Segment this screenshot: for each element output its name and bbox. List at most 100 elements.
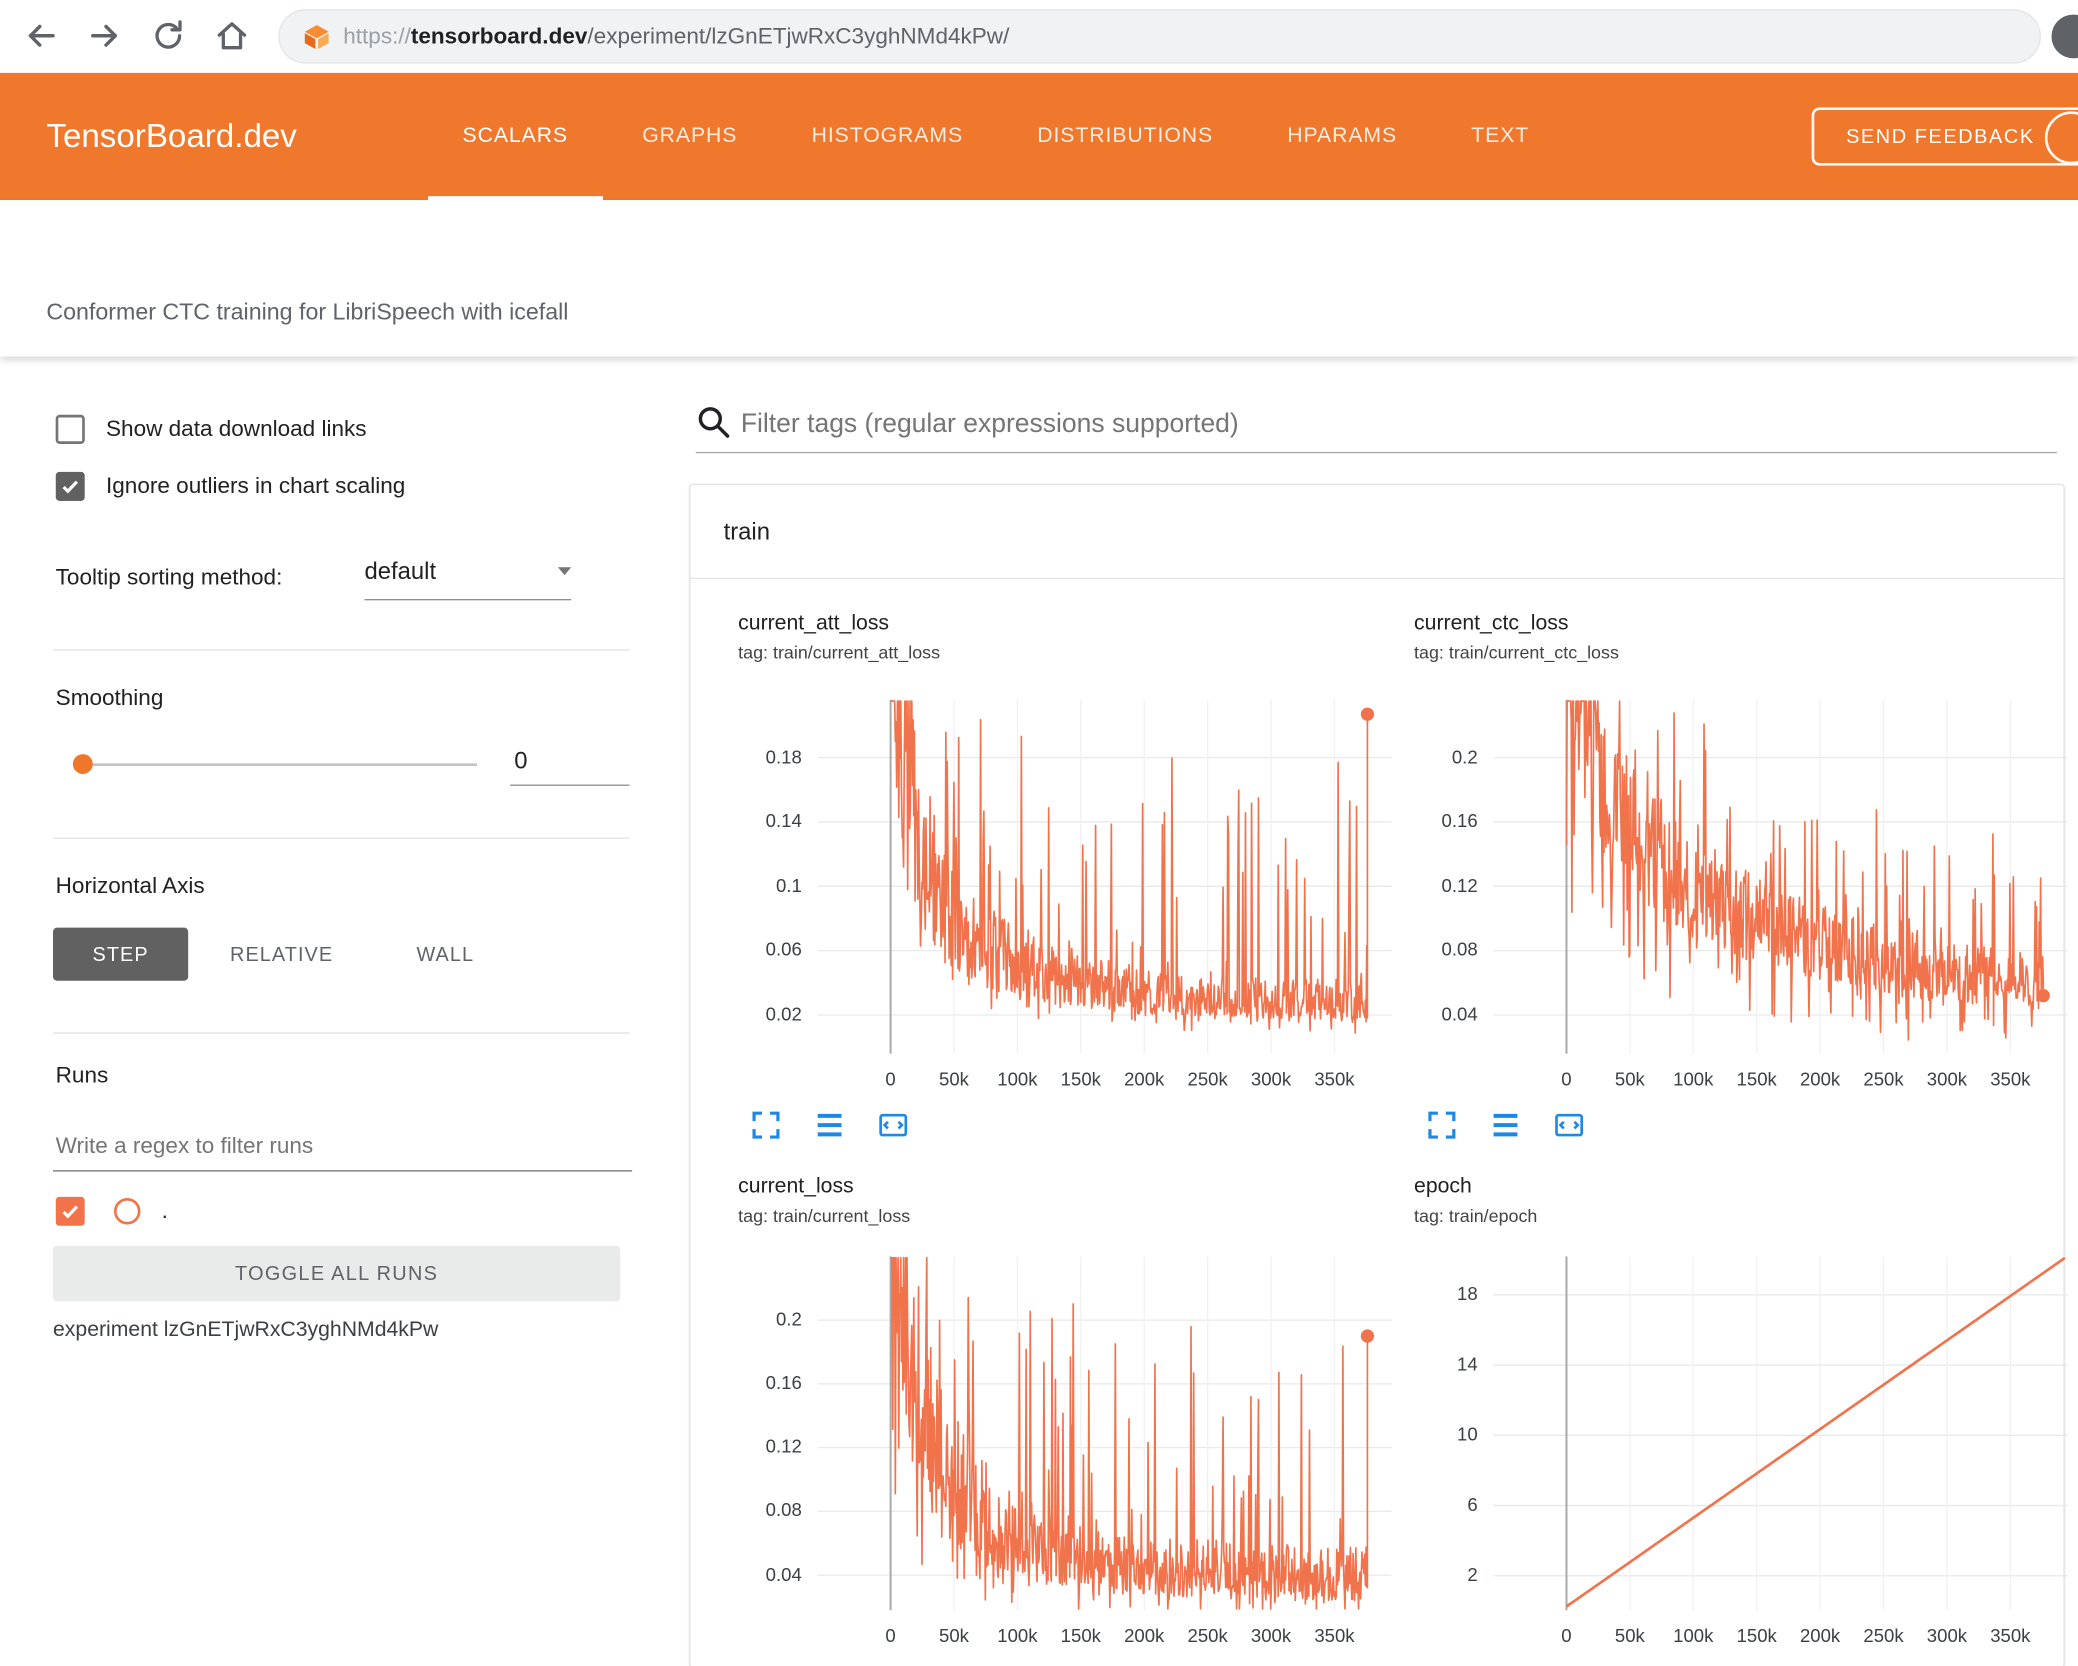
smoothing-slider-thumb[interactable] [72,754,93,774]
tensorboard-favicon [304,24,329,49]
experiment-subtitle-bar: Conformer CTC training for LibriSpeech w… [0,200,2078,357]
y-tick-label: 0.12 [765,1435,802,1457]
url-bar[interactable]: https://tensorboard.dev/experiment/lzGnE… [278,9,2041,64]
run-color-circle[interactable] [113,1198,141,1225]
search-icon [694,403,731,440]
y-tick-label: 0.08 [1441,938,1478,960]
axis-step-button[interactable]: STEP [53,927,189,981]
toggle-series-icon[interactable] [812,1108,846,1142]
y-tick-label: 0.16 [765,1371,802,1394]
chart-title: current_ctc_loss [1414,612,1569,635]
toggle-series-icon[interactable] [1488,1108,1522,1142]
url-path: /experiment/lzGnETjwRxC3yghNMd4kPw/ [587,23,1010,49]
horizontal-axis-label: Horizontal Axis [55,873,205,899]
tab-scalars[interactable]: SCALARS [428,73,602,201]
run-checkbox[interactable] [55,1196,85,1226]
y-tick-label: 0.12 [1441,874,1478,896]
home-icon[interactable] [212,16,252,56]
y-tick-label: 0.04 [1441,1003,1478,1025]
divider [53,837,630,839]
dropdown-underline [364,599,572,601]
chart-plot-current_ctc_loss[interactable] [1493,699,2068,1054]
chart-plot-current_att_loss[interactable] [817,699,1392,1054]
tooltip-sorting-label: Tooltip sorting method: [55,564,283,590]
y-tick-label: 6 [1467,1493,1478,1515]
filter-tags-input[interactable] [738,397,2043,451]
chart-title: epoch [1414,1175,1472,1199]
tab-graphs[interactable]: GRAPHS [642,73,737,200]
url-domain: tensorboard.dev [410,23,588,49]
url-scheme: https:// [343,23,411,49]
chart-plot-current_loss[interactable] [817,1256,1392,1611]
send-feedback-button[interactable]: SEND FEEDBACK [1811,107,2078,166]
y-tick-label: 10 [1457,1423,1478,1445]
y-tick-label: 0.2 [775,1308,802,1330]
smoothing-value-underline [510,784,630,786]
x-tick-label: 350k [1990,1624,2031,1646]
y-tick-label: 0.2 [1451,745,1478,767]
runs-filter-input[interactable] [53,1122,633,1172]
ignore-outliers-checkbox[interactable] [55,471,85,501]
check-icon [62,1205,79,1219]
section-title: train [723,517,770,545]
ignore-outliers-label[interactable]: Ignore outliers in chart scaling [106,472,405,501]
y-tick-label: 0.16 [1441,810,1478,832]
fit-domain-icon[interactable] [876,1108,910,1142]
url-text: https://tensorboard.dev/experiment/lzGnE… [343,23,1009,50]
chart-tag: tag: train/current_att_loss [738,642,941,663]
card-header[interactable]: train [690,485,2064,580]
experiment-title: Conformer CTC training for LibriSpeech w… [46,298,569,325]
axis-wall-button[interactable]: WALL [387,928,504,981]
tensorboard-page: https://tensorboard.dev/experiment/lzGnE… [0,0,2078,1666]
toggle-all-runs-button[interactable]: TOGGLE ALL RUNS [53,1245,621,1302]
show-download-checkbox[interactable] [55,414,85,444]
check-icon [62,480,79,494]
forward-icon[interactable] [85,16,125,56]
nav-tabs: SCALARS GRAPHS HISTOGRAMS DISTRIBUTIONS … [428,73,1530,201]
chart-title: current_att_loss [738,612,890,635]
chevron-down-icon [557,567,572,582]
tab-histograms[interactable]: HISTOGRAMS [812,73,963,200]
x-tick-label: 350k [1314,1068,1355,1090]
y-tick-label: 18 [1457,1282,1478,1305]
run-name-label[interactable]: . [162,1197,168,1226]
axis-relative-button[interactable]: RELATIVE [199,928,365,981]
y-tick-label: 0.14 [765,810,802,832]
smoothing-slider-track[interactable] [82,763,478,767]
fullscreen-icon[interactable] [749,1108,783,1142]
chart-tag: tag: train/current_ctc_loss [1414,642,1619,663]
settings-sidebar: Show data download links Ignore outliers… [0,356,663,1665]
fullscreen-icon[interactable] [1425,1108,1459,1142]
tab-text[interactable]: TEXT [1471,73,1529,200]
y-tick-label: 0.06 [765,938,802,960]
show-download-label[interactable]: Show data download links [106,415,367,444]
fit-domain-icon[interactable] [1552,1108,1586,1142]
y-tick-label: 2 [1467,1563,1478,1586]
back-icon[interactable] [21,16,61,56]
y-tick-label: 0.1 [775,874,802,896]
tab-hparams[interactable]: HPARAMS [1287,73,1397,200]
app-header: TensorBoard.dev SCALARS GRAPHS HISTOGRAM… [0,72,2078,201]
browser-chrome: https://tensorboard.dev/experiment/lzGnE… [0,0,2078,73]
divider [53,1032,630,1034]
filter-underline [695,451,2057,454]
chart-title: current_loss [738,1175,854,1199]
tooltip-sorting-select[interactable]: default [364,555,572,587]
smoothing-label: Smoothing [55,685,164,711]
y-tick-label: 0.18 [765,745,802,767]
y-tick-label: 14 [1457,1353,1478,1375]
divider [53,649,630,651]
chart-plot-epoch[interactable] [1493,1256,2068,1611]
browser-avatar[interactable] [2051,14,2078,59]
y-tick-label: 0.02 [765,1003,802,1025]
refresh-icon[interactable] [148,16,188,56]
chart-tag: tag: train/epoch [1414,1205,1538,1226]
tooltip-sorting-value: default [364,557,437,585]
smoothing-value[interactable]: 0 [514,746,527,775]
runs-label: Runs [55,1062,109,1089]
y-tick-label: 0.04 [765,1563,802,1585]
y-tick-label: 0.08 [765,1499,802,1521]
x-tick-label: 350k [1314,1624,1355,1646]
tab-distributions[interactable]: DISTRIBUTIONS [1037,73,1213,200]
brand-logo: TensorBoard.dev [46,117,297,155]
